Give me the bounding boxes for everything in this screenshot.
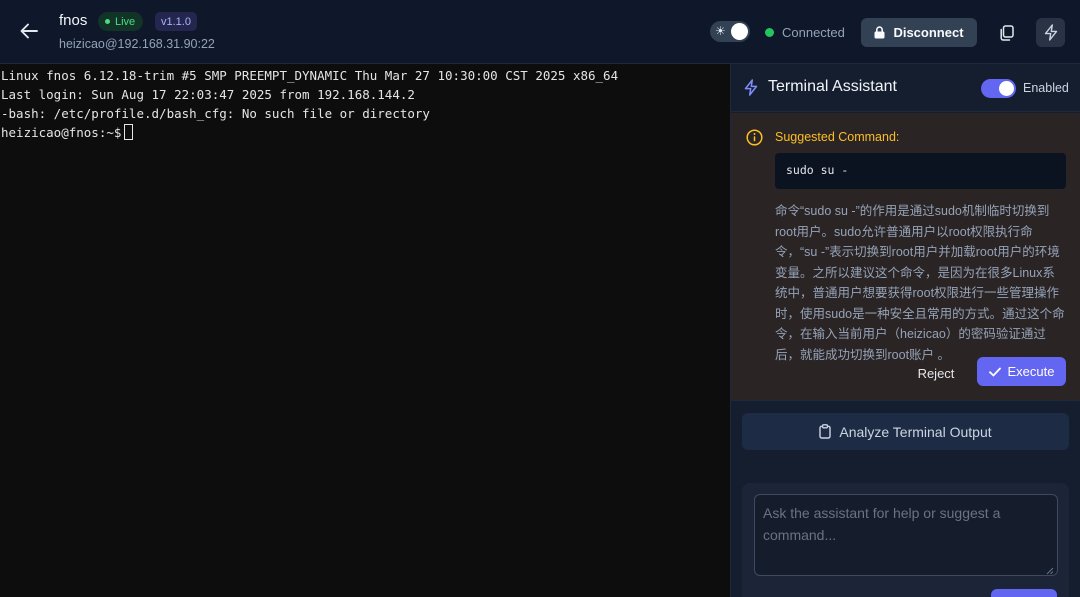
- arrow-left-icon: [20, 23, 38, 39]
- connection-status: Connected: [765, 25, 845, 40]
- back-button[interactable]: [16, 18, 42, 44]
- suggested-command: sudo su -: [775, 153, 1066, 189]
- live-dot-icon: [105, 19, 110, 24]
- terminal-line: Linux fnos 6.12.18-trim #5 SMP PREEMPT_D…: [1, 68, 619, 83]
- connection-address: heizicao@192.168.31.90:22: [59, 37, 215, 51]
- suggested-command-card: Suggested Command: sudo su - 命令“sudo su …: [731, 113, 1080, 401]
- top-bar: fnos Live v1.1.0 heizicao@192.168.31.90:…: [0, 0, 1080, 64]
- status-label: Connected: [782, 25, 845, 40]
- terminal-line: -bash: /etc/profile.d/bash_cfg: No such …: [1, 106, 430, 121]
- suggested-command-title: Suggested Command:: [775, 130, 900, 144]
- copy-button[interactable]: [992, 18, 1021, 47]
- resize-grip-icon[interactable]: [1046, 567, 1054, 575]
- assistant-toggle-button[interactable]: [1036, 18, 1065, 47]
- terminal-prompt: heizicao@fnos:~$: [1, 125, 122, 140]
- reject-button[interactable]: Reject: [907, 359, 965, 387]
- info-icon: [746, 129, 763, 146]
- enable-toggle-knob: [999, 81, 1014, 96]
- lock-icon: [874, 26, 885, 39]
- terminal-prompt-line: heizicao@fnos:~$: [0, 123, 730, 142]
- theme-toggle-knob: [731, 23, 748, 40]
- theme-toggle[interactable]: ☀: [710, 21, 750, 42]
- command-explanation: 命令“sudo su -”的作用是通过sudo机制临时切换到root用户。sud…: [775, 204, 1065, 362]
- bolt-icon: [744, 79, 758, 96]
- bolt-icon: [1044, 24, 1057, 41]
- execute-label: Execute: [1007, 364, 1055, 379]
- copy-icon: [1000, 24, 1014, 41]
- disconnect-button[interactable]: Disconnect: [861, 18, 977, 47]
- live-badge: Live: [98, 12, 144, 31]
- check-icon: [988, 367, 1001, 376]
- live-label: Live: [115, 15, 136, 28]
- enabled-label: Enabled: [1023, 81, 1069, 95]
- analyze-terminal-output-button[interactable]: Analyze Terminal Output: [742, 413, 1069, 450]
- terminal-line: Last login: Sun Aug 17 22:03:47 2025 fro…: [1, 87, 415, 102]
- assistant-header: Terminal Assistant Enabled: [731, 64, 1080, 112]
- execute-button[interactable]: Execute: [977, 357, 1066, 386]
- version-badge: v1.1.0: [155, 12, 197, 31]
- terminal-cursor: [124, 124, 134, 140]
- status-dot-icon: [765, 28, 774, 37]
- terminal-output[interactable]: Linux fnos 6.12.18-trim #5 SMP PREEMPT_D…: [0, 64, 730, 597]
- sun-icon: ☀: [715, 24, 726, 38]
- assistant-input[interactable]: [754, 494, 1058, 576]
- session-title: fnos: [59, 12, 88, 29]
- assistant-panel: Terminal Assistant Enabled Suggested Com…: [730, 64, 1080, 597]
- send-button[interactable]: [991, 589, 1057, 597]
- assistant-enable-toggle[interactable]: [981, 79, 1016, 98]
- chat-composer: [742, 483, 1069, 597]
- assistant-title: Terminal Assistant: [768, 78, 897, 95]
- analyze-label: Analyze Terminal Output: [839, 423, 992, 440]
- clipboard-icon: [819, 424, 832, 439]
- disconnect-label: Disconnect: [893, 25, 964, 40]
